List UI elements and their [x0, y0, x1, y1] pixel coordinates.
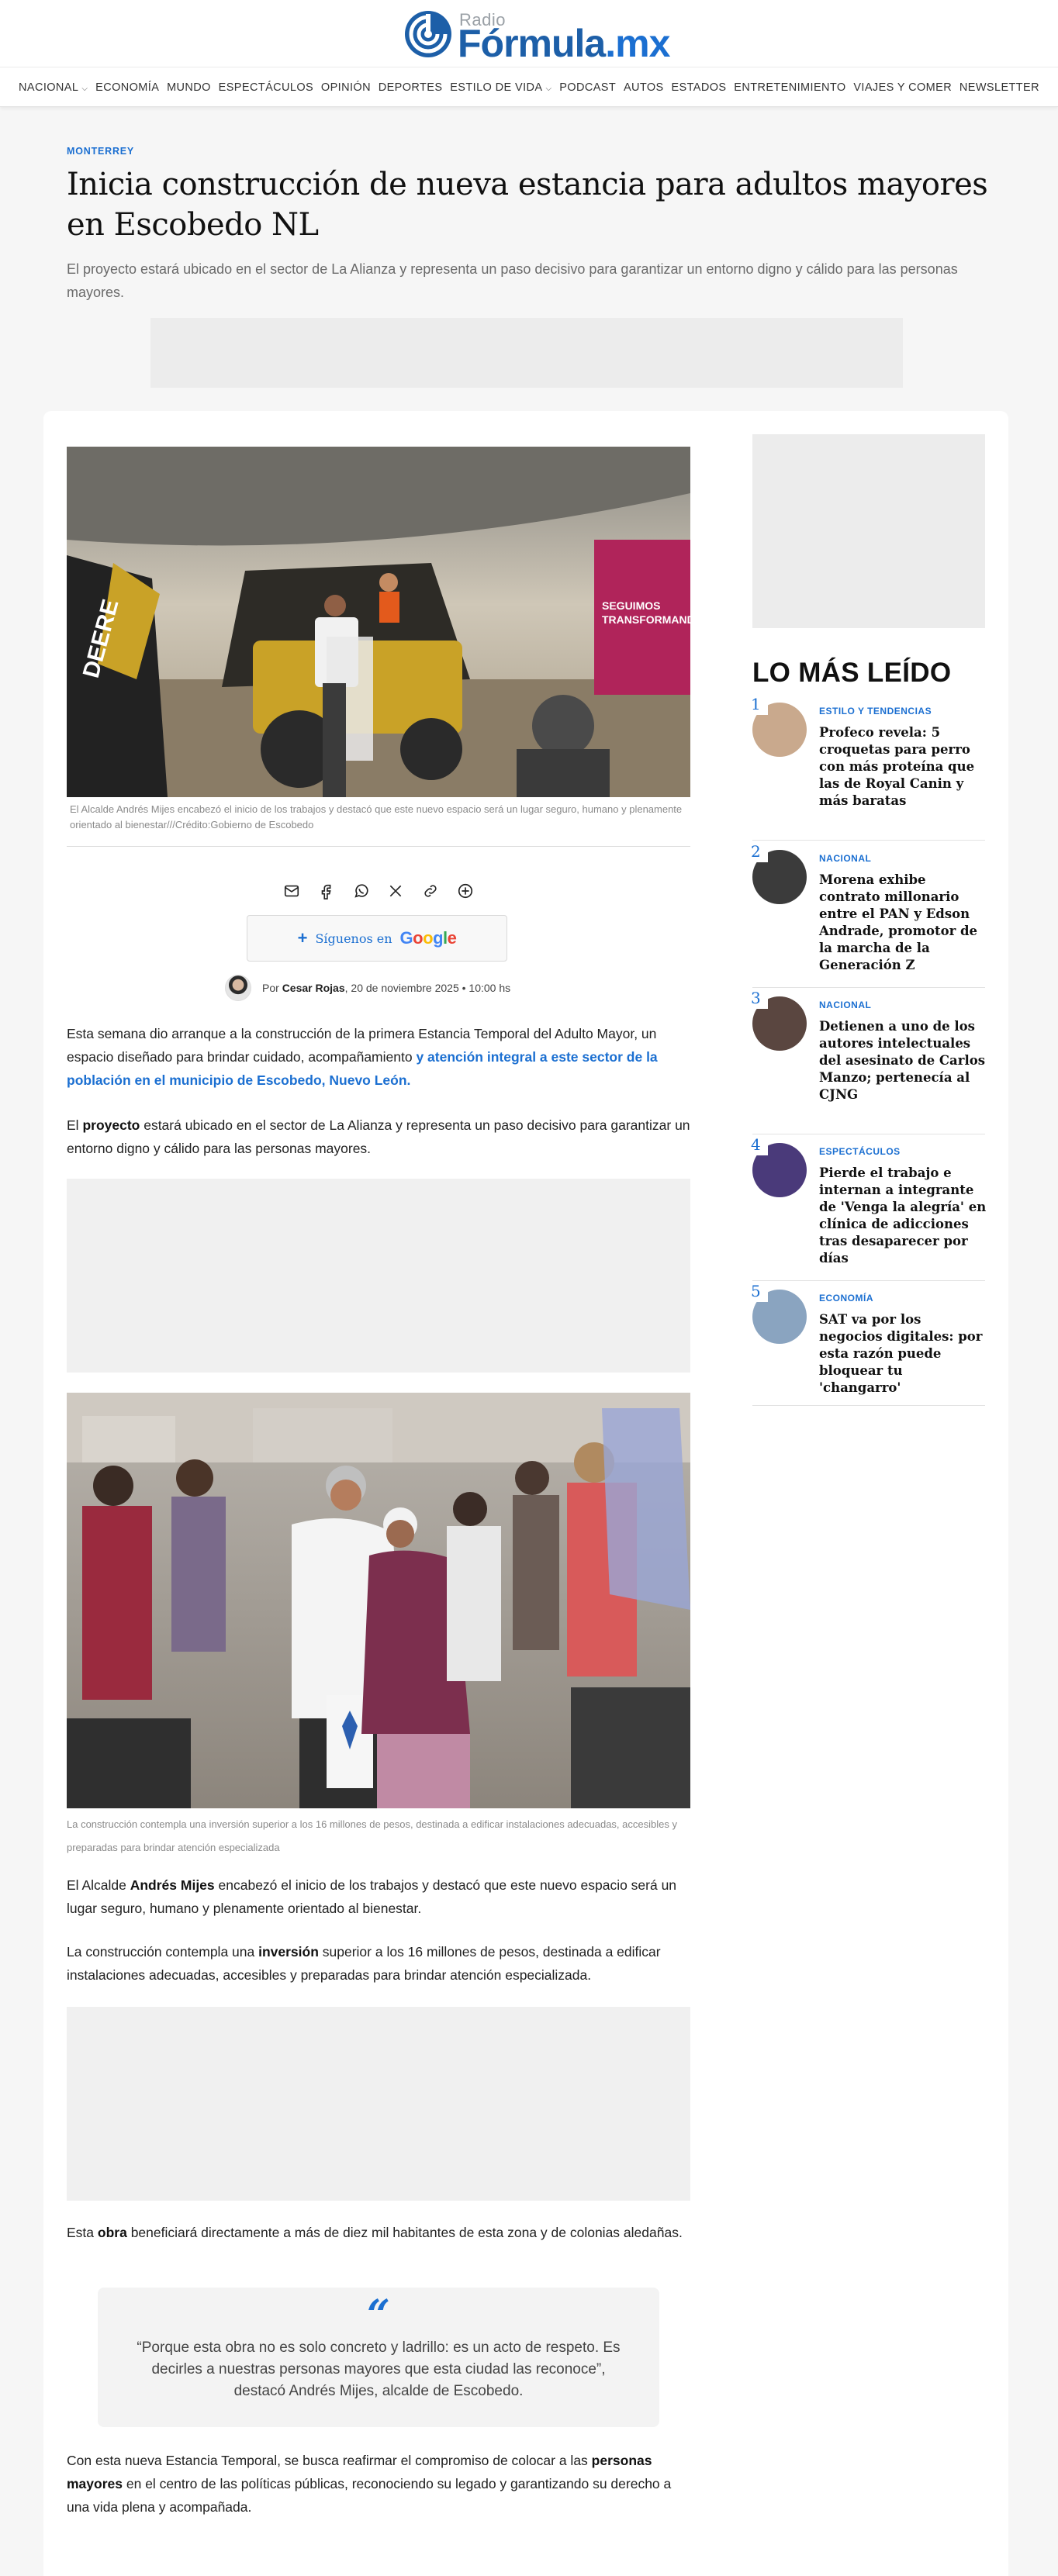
item-title[interactable]: Morena exhibe contrato millonario entre …	[819, 872, 987, 974]
byline-prefix: Por	[262, 982, 279, 994]
paragraph-6: Con esta nueva Estancia Temporal, se bus…	[67, 2453, 672, 2515]
logo-formula-text: Fórmula	[458, 22, 606, 65]
community-embrace-photo	[67, 1393, 690, 1808]
email-share-icon[interactable]	[281, 880, 303, 902]
most-read-item[interactable]: 4 ESPECTÁCULOS Pierde el trabajo e interna…	[749, 1135, 987, 1281]
article-dek: El proyecto estará ubicado en el sector …	[67, 261, 958, 300]
article-photo-secondary[interactable]	[67, 1393, 690, 1808]
nav-item-espectáculos[interactable]: ESPECTÁCULOS	[219, 81, 313, 94]
quote-mark-icon: “	[367, 2291, 390, 2339]
whatsapp-share-icon[interactable]	[351, 880, 372, 902]
nav-item-podcast[interactable]: PODCAST	[559, 81, 616, 94]
byline: Por Cesar Rojas, 20 de noviembre 2025 • …	[225, 974, 510, 1002]
rank-number: 1	[749, 695, 768, 715]
most-read-title: LO MÁS LEÍDO	[752, 658, 952, 688]
item-title[interactable]: Detienen a uno de los autores intelectua…	[819, 1018, 987, 1103]
author-name[interactable]: Cesar Rojas	[282, 982, 345, 994]
more-share-icon[interactable]	[455, 880, 476, 902]
rank-number: 4	[749, 1135, 768, 1155]
ad-slot-inline-2	[67, 2007, 690, 2201]
x-share-icon[interactable]	[385, 880, 406, 902]
divider	[67, 846, 690, 847]
most-read-item[interactable]: 5 ECONOMÍA SAT va por los negocios digital…	[749, 1282, 987, 1406]
nav-item-economía[interactable]: ECONOMÍA	[95, 81, 159, 94]
section-kicker[interactable]: MONTERREY	[67, 146, 134, 157]
follow-label: Síguenos en	[315, 931, 392, 946]
quote-text: “Porque esta obra no es solo concreto y …	[137, 2339, 621, 2399]
most-read-item[interactable]: 1 ESTILO Y TENDENCIAS Profeco revela: 5 cr…	[749, 695, 987, 841]
item-category[interactable]: ECONOMÍA	[819, 1293, 873, 1304]
item-category[interactable]: ESPECTÁCULOS	[819, 1146, 901, 1157]
item-category[interactable]: NACIONAL	[819, 1000, 871, 1010]
ad-slot-sidebar	[752, 434, 985, 628]
article-photo-main[interactable]: DEERE SEGUIMOS TRANSFORMANDO	[67, 447, 690, 797]
chevron-down-icon: ⌵	[545, 85, 552, 93]
photo1-banner-line2: TRANSFORMANDO	[602, 613, 690, 626]
paragraph-2: El proyecto estará ubicado en el sector …	[67, 1117, 690, 1156]
item-category[interactable]: NACIONAL	[819, 853, 871, 864]
nav-item-entretenimiento[interactable]: ENTRETENIMIENTO	[734, 81, 845, 94]
photo-caption-secondary: La construcción contempla una inversión …	[67, 1818, 677, 1853]
ad-slot-top	[150, 318, 903, 388]
publish-date: , 20 de noviembre 2025 • 10:00 hs	[344, 982, 511, 994]
photo-caption-main: El Alcalde Andrés Mijes encabezó el inic…	[70, 803, 683, 830]
radio-formula-logo-icon	[405, 11, 451, 57]
most-read-item[interactable]: 2 NACIONAL Morena exhibe contrato millonar…	[749, 842, 987, 988]
plus-icon: +	[297, 928, 308, 948]
main-nav: NACIONAL ⌵ ECONOMÍA MUNDO ESPECTÁCULOS OPINIÓ…	[0, 67, 1058, 107]
facebook-share-icon[interactable]	[316, 880, 337, 902]
photo1-banner-line1: SEGUIMOS	[602, 599, 660, 612]
author-avatar	[225, 975, 251, 1001]
ad-slot-inline-1	[67, 1179, 690, 1373]
paragraph-5: Esta obra beneficiará directamente a más…	[67, 2225, 683, 2240]
article-headline: Inicia construcción de nueva estancia pa…	[67, 167, 988, 243]
item-title[interactable]: Profeco revela: 5 croquetas para perro c…	[819, 724, 987, 810]
paragraph-1: Esta semana dio arranque a la construcci…	[67, 1026, 658, 1088]
nav-item-viajes-y-comer[interactable]: VIAJES Y COMER	[853, 81, 952, 94]
most-read-item[interactable]: 3 NACIONAL Detienen a uno de los autores i…	[749, 989, 987, 1134]
construction-ceremony-photo: DEERE SEGUIMOS TRANSFORMANDO	[67, 447, 690, 797]
copy-link-icon[interactable]	[420, 880, 441, 902]
paragraph-4: La construcción contempla una inversión …	[67, 1944, 661, 1983]
item-title[interactable]: SAT va por los negocios digitales: por e…	[819, 1311, 987, 1397]
pull-quote: “ “Porque esta obra no es solo concreto …	[98, 2288, 659, 2427]
item-title[interactable]: Pierde el trabajo e internan a integrant…	[819, 1165, 987, 1267]
chevron-down-icon: ⌵	[81, 85, 88, 93]
nav-item-nacional[interactable]: NACIONAL ⌵	[19, 81, 88, 94]
nav-item-estilo-de-vida[interactable]: ESTILO DE VIDA ⌵	[450, 81, 551, 94]
nav-item-autos[interactable]: AUTOS	[624, 81, 664, 94]
nav-item-deportes[interactable]: DEPORTES	[379, 81, 443, 94]
google-wordmark: Google	[399, 928, 457, 948]
nav-item-mundo[interactable]: MUNDO	[167, 81, 211, 94]
paragraph-3: El Alcalde Andrés Mijes encabezó el inic…	[67, 1877, 677, 1916]
rank-number: 2	[749, 842, 768, 862]
nav-item-newsletter[interactable]: NEWSLETTER	[959, 81, 1039, 94]
rank-number: 5	[749, 1282, 768, 1302]
nav-item-estados[interactable]: ESTADOS	[671, 81, 726, 94]
site-header: Radio Fórmula.mx NACIONAL ⌵ ECONOMÍA MUNDO E…	[0, 0, 1058, 107]
site-logo[interactable]: Radio Fórmula.mx	[403, 5, 670, 67]
follow-google-button[interactable]: + Síguenos en Google	[247, 915, 507, 962]
nav-item-opinión[interactable]: OPINIÓN	[321, 81, 371, 94]
item-category[interactable]: ESTILO Y TENDENCIAS	[819, 706, 932, 717]
logo-mx-text: .mx	[605, 22, 670, 65]
share-bar	[281, 879, 476, 903]
rank-number: 3	[749, 989, 768, 1009]
